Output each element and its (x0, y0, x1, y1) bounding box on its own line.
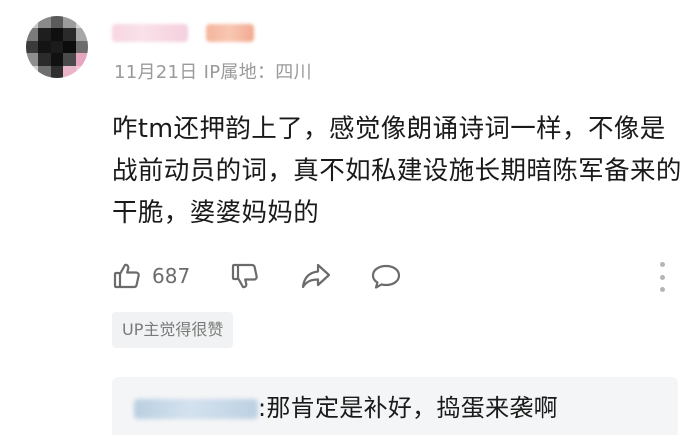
reply-text: :那肯定是补好，捣蛋来袭啊 (258, 394, 558, 422)
like-button[interactable]: 687 (112, 258, 190, 294)
username[interactable] (112, 22, 254, 44)
comment-meta: 11月21日 IP属地：四川 (114, 62, 312, 83)
more-vertical-icon (659, 274, 665, 280)
thumbs-down-icon (231, 263, 258, 289)
avatar[interactable] (26, 16, 88, 78)
share-button[interactable] (300, 258, 332, 294)
more-options-button[interactable] (654, 262, 670, 292)
reply-bubble-icon (371, 264, 401, 289)
up-liked-badge: UP主觉得很赞 (112, 312, 234, 348)
dislike-button[interactable] (230, 258, 260, 294)
comment-actions: 687 (112, 258, 672, 294)
thumbs-up-icon (113, 263, 140, 289)
like-count: 687 (152, 264, 191, 288)
reply-username[interactable] (134, 399, 258, 419)
share-icon (301, 263, 331, 289)
more-vertical-icon (659, 262, 665, 267)
user-badge-blurred (206, 24, 254, 42)
comment-text: 咋tm还押韵上了，感觉像朗诵诗词一样，不像是战前动员的词，真不如私建设施长期暗陈… (112, 114, 682, 228)
more-vertical-icon (659, 287, 665, 292)
username-blurred-part (112, 24, 188, 42)
reply-button[interactable] (370, 258, 402, 294)
reply-preview[interactable]: :那肯定是补好，捣蛋来袭啊 (112, 377, 678, 435)
comment-card: 11月21日 IP属地：四川 咋tm还押韵上了，感觉像朗诵诗词一样，不像是战前动… (0, 0, 700, 435)
